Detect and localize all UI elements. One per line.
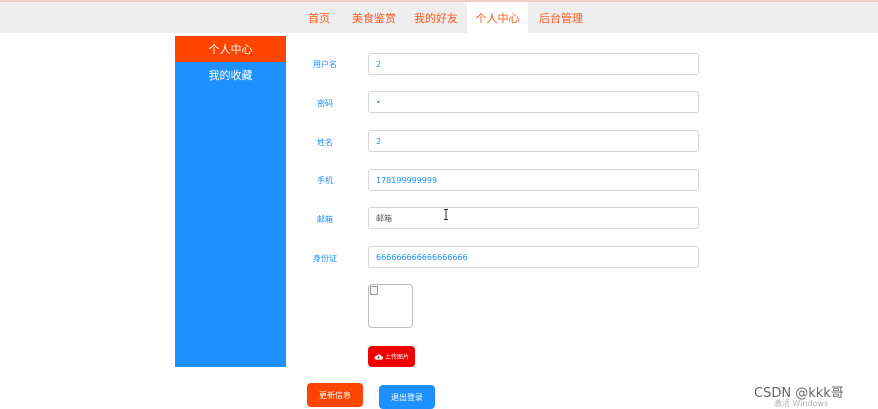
password-label: 密码 — [317, 99, 333, 108]
top-navbar: 首页 美食鉴赏 我的好友 个人中心 后台管理 — [0, 0, 878, 33]
upload-image-button[interactable]: 上传图片 — [368, 346, 415, 367]
nav-item-personal-center[interactable]: 个人中心 — [467, 2, 528, 33]
update-info-button[interactable]: 更新信息 — [307, 383, 363, 407]
name-field[interactable]: 2 — [368, 130, 699, 152]
cloud-upload-icon — [374, 353, 383, 360]
avatar-image-preview — [368, 284, 413, 328]
name-label: 姓名 — [317, 138, 333, 147]
nav-item-food-review[interactable]: 美食鉴赏 — [345, 2, 403, 33]
nav-item-home[interactable]: 首页 — [298, 2, 340, 33]
sidebar: 个人中心 我的收藏 — [175, 36, 286, 367]
sidebar-item-personal-center[interactable]: 个人中心 — [175, 36, 286, 62]
idcard-field[interactable]: 666666666666666666 — [368, 246, 699, 268]
sidebar-item-my-favorites[interactable]: 我的收藏 — [175, 62, 286, 88]
nav-item-admin[interactable]: 后台管理 — [532, 2, 590, 33]
username-field[interactable]: 2 — [368, 53, 699, 75]
nav-item-my-friends[interactable]: 我的好友 — [407, 2, 465, 33]
phone-field[interactable]: 178199999999 — [368, 169, 699, 191]
idcard-label: 身份证 — [313, 254, 337, 263]
phone-label: 手机 — [317, 176, 333, 185]
username-label: 用户名 — [313, 60, 337, 69]
broken-image-icon — [370, 286, 378, 295]
windows-activation-text: 激活 Windows — [774, 399, 829, 408]
logout-button[interactable]: 退出登录 — [379, 385, 435, 409]
text-cursor-icon — [444, 209, 448, 220]
password-field[interactable]: • — [368, 91, 699, 113]
upload-image-label: 上传图片 — [384, 354, 409, 361]
email-label: 邮箱 — [317, 215, 333, 224]
email-field[interactable]: 邮箱 — [368, 207, 699, 229]
